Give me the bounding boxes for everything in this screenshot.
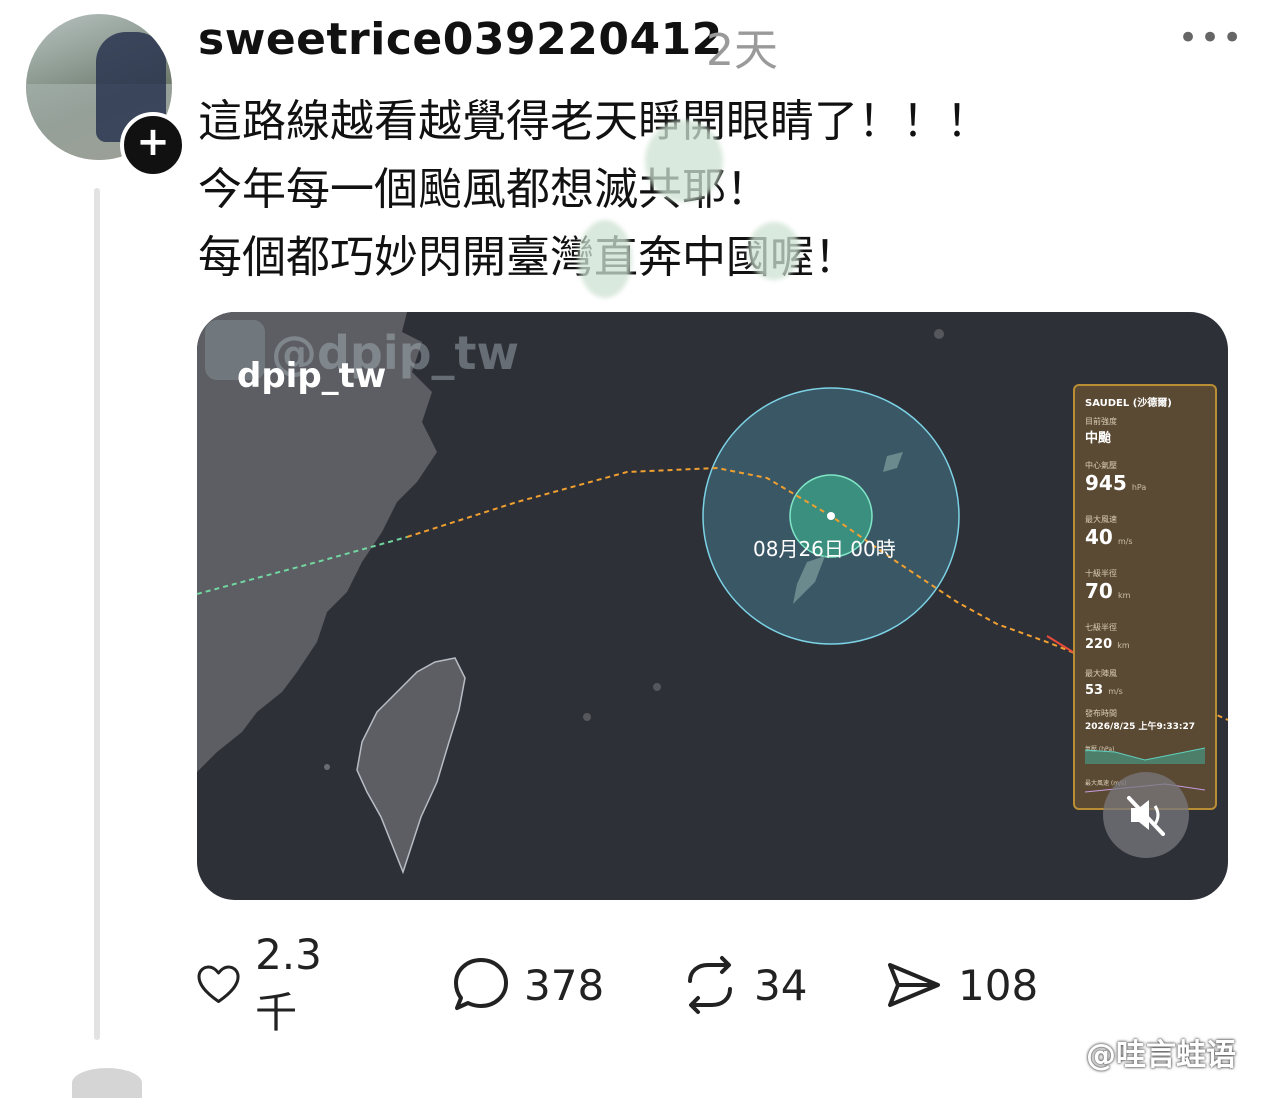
username[interactable]: sweetrice039220412 (198, 14, 723, 65)
watermark: dpip_tw (237, 356, 387, 396)
typhoon-name: SAUDEL (沙德爾) (1085, 398, 1172, 409)
follow-button[interactable]: + (120, 112, 186, 178)
wind-unit: m/s (1117, 537, 1133, 546)
r10-value: 70 (1085, 579, 1113, 603)
gust-value: 53 (1085, 683, 1104, 698)
typhoon-info-panel: SAUDEL (沙德爾) 目前強度 中颱 中心氣壓 945 hPa 最大風速 4… (1073, 384, 1217, 810)
gust-label: 最大陣風 (1085, 669, 1117, 678)
typhoon-map-image[interactable]: @dpip_tw dpip_tw 08月26日 00時 SAUDEL (沙德爾)… (197, 312, 1228, 900)
repost-button[interactable]: 34 (680, 955, 807, 1015)
post-text-line-1: 這路線越看越覺得老天睜開眼睛了！！！ (198, 96, 990, 147)
pressure-label: 中心氣壓 (1085, 461, 1117, 470)
more-horizontal-icon[interactable]: ••• (1178, 18, 1244, 58)
pressure-sparkline: 氣壓 (hPa) (1085, 744, 1205, 764)
storm-time-label: 08月26日 00時 (753, 537, 896, 561)
post-time: 2天 (706, 25, 778, 76)
r10-label: 十級半徑 (1085, 569, 1117, 578)
comment-button[interactable]: 378 (452, 955, 604, 1015)
island (324, 764, 330, 770)
wind-value: 40 (1085, 525, 1113, 549)
track-segment-red (1046, 635, 1074, 653)
intensity-label: 目前強度 (1085, 417, 1117, 426)
intensity-value: 中颱 (1085, 431, 1112, 446)
issued-row: 發布時間 2026/8/25 上午9:33:27 (1085, 708, 1205, 732)
gust-row: 最大陣風 53 m/s (1085, 668, 1205, 698)
pressure-value: 945 (1085, 471, 1127, 495)
thread-line (94, 188, 100, 1040)
storm-center (827, 512, 835, 520)
island (653, 683, 661, 691)
r7-label: 七級半徑 (1085, 623, 1117, 632)
pressure-unit: hPa (1131, 483, 1147, 492)
blur-mask (645, 120, 723, 202)
heart-icon (197, 965, 240, 1004)
blur-mask (578, 220, 632, 298)
blur-mask (748, 222, 800, 280)
r7-unit: km (1117, 641, 1130, 650)
weibo-watermark: @哇言蛙语 (1086, 1038, 1236, 1073)
island (583, 713, 591, 721)
gust-unit: m/s (1108, 687, 1123, 696)
like-button[interactable]: 2.3千 (196, 930, 337, 1037)
send-icon (888, 963, 940, 1007)
share-button[interactable]: 108 (884, 955, 1038, 1015)
wind-row: 最大風速 40 m/s (1085, 514, 1205, 549)
repost-count: 34 (754, 960, 808, 1010)
speaker-muted-icon[interactable] (1103, 772, 1189, 858)
wind-label: 最大風速 (1085, 515, 1117, 524)
pressure-row: 中心氣壓 945 hPa (1085, 460, 1205, 495)
pressure-sparkline-graph (1085, 747, 1205, 764)
r7-row: 七級半徑 220 km (1085, 622, 1205, 652)
taiwan-landmass (356, 657, 466, 875)
share-count: 108 (958, 960, 1039, 1010)
intensity-row: 目前強度 中颱 (1085, 416, 1205, 446)
next-post-avatar (72, 1068, 142, 1098)
r10-row: 十級半徑 70 km (1085, 568, 1205, 603)
island (934, 329, 944, 339)
like-count: 2.3千 (255, 930, 322, 1037)
issued-label: 發布時間 (1085, 709, 1117, 718)
comment-count: 378 (524, 960, 605, 1010)
issued-value: 2026/8/25 上午9:33:27 (1085, 722, 1196, 732)
r10-unit: km (1117, 591, 1131, 600)
r7-value: 220 (1085, 637, 1113, 652)
repost-icon (688, 956, 732, 1014)
comment-icon (454, 958, 508, 1010)
